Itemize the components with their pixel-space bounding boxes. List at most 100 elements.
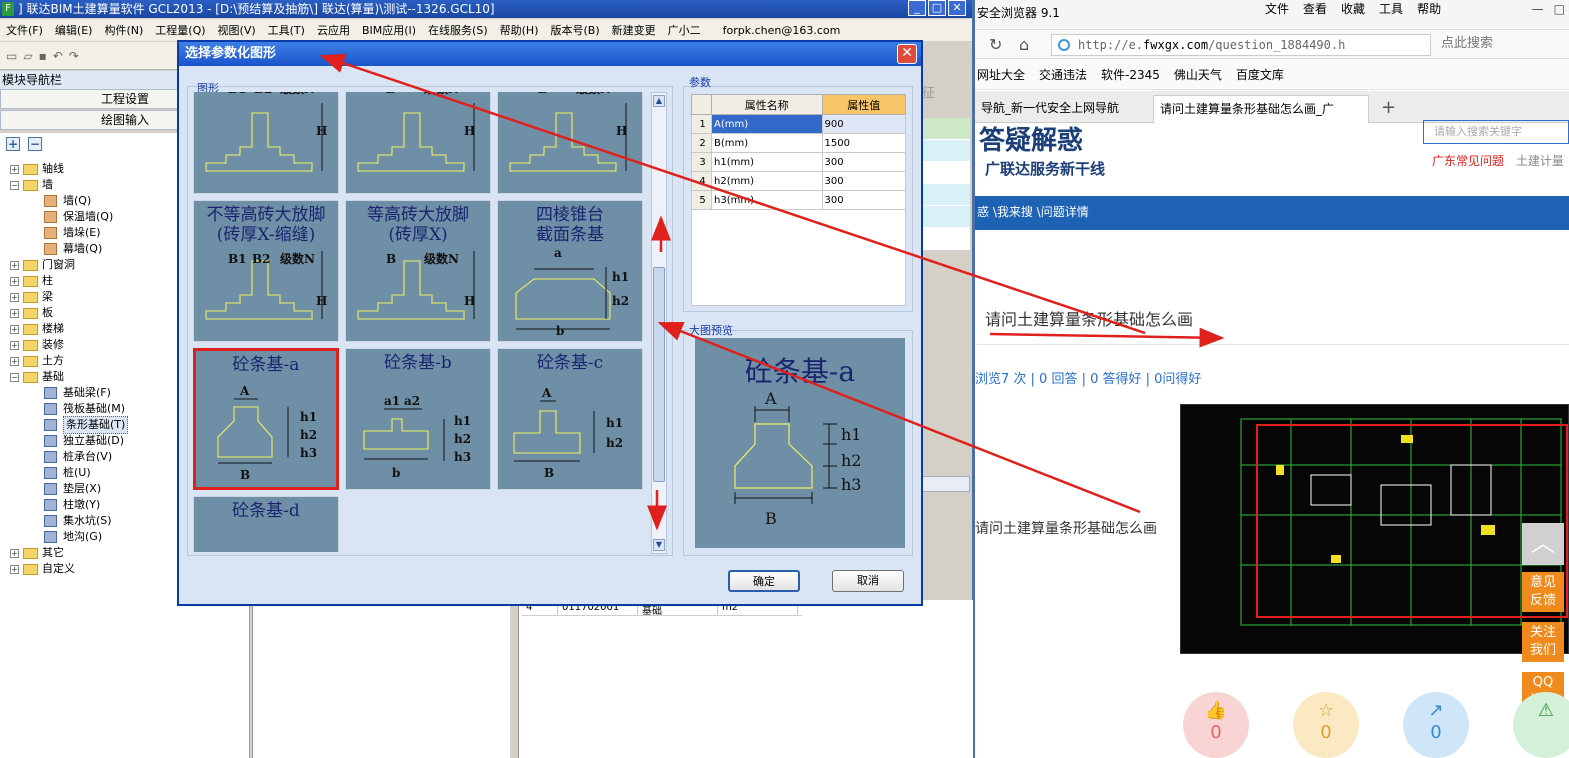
expand-icon[interactable]: + bbox=[10, 356, 19, 366]
param-row[interactable]: 1 A(mm) 900 bbox=[691, 114, 906, 134]
menu-item[interactable]: 视图(V) bbox=[212, 22, 262, 38]
tree-item[interactable]: + 柱 bbox=[10, 273, 53, 289]
tree-item[interactable]: − 基础 bbox=[10, 369, 64, 385]
tree-item[interactable]: + 土方 bbox=[10, 353, 64, 369]
browser-menu-item[interactable]: 文件 bbox=[1265, 0, 1289, 18]
expand-icon[interactable]: + bbox=[10, 276, 19, 286]
shape-tile[interactable]: (砖厚X-半边)B级数NH bbox=[497, 92, 643, 194]
menu-item[interactable]: 工程量(Q) bbox=[149, 22, 211, 38]
open-folder-icon[interactable]: ▱ bbox=[23, 49, 32, 63]
menu-item[interactable]: BIM应用(I) bbox=[356, 22, 422, 38]
param-row[interactable]: 2 B(mm) 1500 bbox=[691, 133, 906, 153]
shape-tile[interactable]: 不等高砖大放脚 (砖厚X-缩缝) B1 B2 级数N H bbox=[193, 200, 339, 342]
scroll-thumb[interactable] bbox=[653, 267, 665, 482]
expand-all-icon[interactable]: + bbox=[6, 137, 20, 151]
expand-icon[interactable]: + bbox=[10, 548, 19, 558]
shape-tile[interactable]: (砖厚X)B级数NH bbox=[345, 92, 491, 194]
cancel-button[interactable]: 取消 bbox=[832, 570, 904, 592]
shape-tile[interactable]: 砼条基-a Ah1 h2 h3 B bbox=[193, 348, 339, 490]
expand-icon[interactable]: + bbox=[10, 164, 19, 174]
tree-item[interactable]: 筏板基础(M) bbox=[44, 401, 125, 417]
url-field[interactable]: http://e.fwxgx.com/question_1884490.h bbox=[1051, 34, 1431, 56]
tree-item[interactable]: 基础梁(F) bbox=[44, 385, 111, 401]
param-value[interactable]: 900 bbox=[821, 114, 906, 134]
scroll-down-icon[interactable]: ▼ bbox=[653, 539, 665, 551]
tree-item[interactable]: + 轴线 bbox=[10, 161, 64, 177]
tree-item[interactable]: 桩(U) bbox=[44, 465, 91, 481]
tree-item[interactable]: 柱墩(Y) bbox=[44, 497, 100, 513]
minimize-icon[interactable]: — bbox=[1532, 0, 1544, 18]
shape-tile[interactable]: (缩缝)B1B2级数NH bbox=[193, 92, 339, 194]
maximize-button[interactable]: □ bbox=[928, 0, 946, 16]
scroll-up-icon[interactable]: ▲ bbox=[653, 95, 665, 107]
browser-menu-item[interactable]: 工具 bbox=[1379, 0, 1403, 18]
menu-item[interactable]: 帮助(H) bbox=[494, 22, 545, 38]
undo-icon[interactable]: ↶ bbox=[53, 49, 63, 63]
save-icon[interactable]: ▪ bbox=[39, 49, 47, 63]
tree-item[interactable]: + 门窗洞 bbox=[10, 257, 75, 273]
tree-item[interactable]: 垫层(X) bbox=[44, 481, 101, 497]
tree-item[interactable]: + 装修 bbox=[10, 337, 64, 353]
param-value[interactable]: 300 bbox=[821, 190, 906, 210]
ok-button[interactable]: 确定 bbox=[728, 570, 800, 592]
float-button[interactable]: 意见 反馈 bbox=[1522, 572, 1564, 612]
tree-item[interactable]: + 板 bbox=[10, 305, 53, 321]
shape-tile[interactable]: 砼条基-c Ah1 h2 B bbox=[497, 348, 643, 490]
tree-item[interactable]: 墙垛(E) bbox=[44, 225, 101, 241]
link-civil-calc[interactable]: 土建计量 bbox=[1516, 154, 1564, 168]
minimize-button[interactable]: _ bbox=[908, 0, 926, 16]
tree-item[interactable]: 地沟(G) bbox=[44, 529, 102, 545]
collapse-icon[interactable]: − bbox=[10, 372, 19, 382]
menu-item[interactable]: 编辑(E) bbox=[49, 22, 99, 38]
float-button[interactable]: 关注 我们 bbox=[1522, 622, 1564, 662]
menu-item[interactable]: 版本号(B) bbox=[545, 22, 606, 38]
close-button[interactable]: ✕ bbox=[948, 0, 966, 16]
redo-icon[interactable]: ↷ bbox=[69, 49, 79, 63]
back-to-top-button[interactable]: ︿ bbox=[1522, 523, 1564, 565]
collapse-all-icon[interactable]: − bbox=[28, 137, 42, 151]
param-row[interactable]: 3 h1(mm) 300 bbox=[691, 152, 906, 172]
tree-item[interactable]: 条形基础(T) bbox=[44, 416, 129, 434]
account-label[interactable]: forpk.chen@163.com bbox=[717, 24, 847, 37]
report-button[interactable]: ⚠ bbox=[1513, 692, 1569, 758]
restore-icon[interactable]: □ bbox=[1554, 0, 1565, 18]
tree-item[interactable]: 独立基础(D) bbox=[44, 433, 124, 449]
expand-icon[interactable]: + bbox=[10, 340, 19, 350]
menu-item[interactable]: 新建变更 bbox=[606, 22, 662, 38]
bookmark-item[interactable]: 佛山天气 bbox=[1174, 66, 1222, 83]
browser-menu-item[interactable]: 帮助 bbox=[1417, 0, 1441, 18]
param-value[interactable]: 300 bbox=[821, 171, 906, 191]
param-value[interactable]: 300 bbox=[821, 152, 906, 172]
expand-icon[interactable]: + bbox=[10, 324, 19, 334]
share-button[interactable]: ↗ 0 bbox=[1403, 692, 1469, 758]
expand-icon[interactable]: + bbox=[10, 260, 19, 270]
tree-item[interactable]: 墙(Q) bbox=[44, 193, 91, 209]
tree-item[interactable]: + 梁 bbox=[10, 289, 53, 305]
expand-icon[interactable]: + bbox=[10, 308, 19, 318]
param-row[interactable]: 5 h3(mm) 300 bbox=[691, 190, 906, 210]
shape-tile[interactable]: 四棱锥台 截面条基 a h1 h2 b bbox=[497, 200, 643, 342]
tree-item[interactable]: + 自定义 bbox=[10, 561, 75, 577]
link-common-questions[interactable]: 广东常见问题 bbox=[1432, 154, 1504, 168]
shape-tile[interactable]: 砼条基-d bbox=[193, 496, 339, 552]
bookmark-item[interactable]: 软件-2345 bbox=[1101, 66, 1160, 83]
shape-tile[interactable]: 砼条基-b a1 a2 h1 h2 h3 b bbox=[345, 348, 491, 490]
tab-question[interactable]: 请问土建算量条形基础怎么画_广 bbox=[1153, 95, 1369, 123]
expand-icon[interactable]: + bbox=[10, 564, 19, 574]
gallery-scrollbar[interactable]: ▲ ▼ bbox=[651, 92, 667, 554]
tree-item[interactable]: + 其它 bbox=[10, 545, 64, 561]
site-search-input[interactable]: 请输入搜索关键字 bbox=[1423, 120, 1569, 144]
tree-item[interactable]: 幕墙(Q) bbox=[44, 241, 102, 257]
tree-item[interactable]: − 墙 bbox=[10, 177, 53, 193]
tree-item[interactable]: 桩承台(V) bbox=[44, 449, 112, 465]
menu-item[interactable]: 广小二 bbox=[662, 22, 707, 38]
browser-menu-item[interactable]: 查看 bbox=[1303, 0, 1327, 18]
param-row[interactable]: 4 h2(mm) 300 bbox=[691, 171, 906, 191]
collapse-icon[interactable]: − bbox=[10, 180, 19, 190]
expand-icon[interactable]: + bbox=[10, 292, 19, 302]
bookmark-item[interactable]: 交通违法 bbox=[1039, 66, 1087, 83]
browser-menu-item[interactable]: 收藏 bbox=[1341, 0, 1365, 18]
menu-item[interactable]: 文件(F) bbox=[0, 22, 49, 38]
tree-item[interactable]: 集水坑(S) bbox=[44, 513, 112, 529]
new-file-icon[interactable]: ▭ bbox=[6, 49, 17, 63]
